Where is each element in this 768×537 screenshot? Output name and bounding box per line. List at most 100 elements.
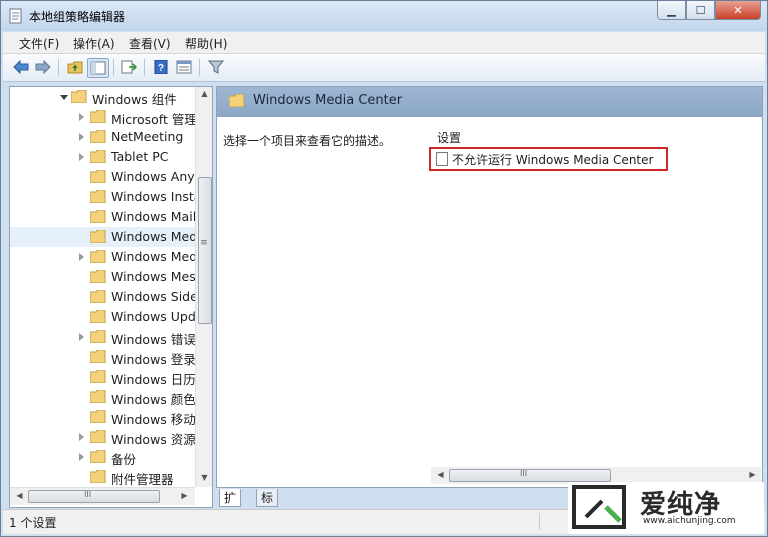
watermark-logo: 爱纯净 www.aichunjing.com [568,482,764,534]
maximize-button[interactable]: ☐ [686,1,715,20]
toolbar: ? [3,54,765,82]
tree-item[interactable]: Windows Mes [10,267,196,287]
expand-arrow-icon[interactable] [79,113,84,121]
folder-icon [89,389,106,404]
scroll-right-arrow-icon[interactable]: ▶ [176,491,193,500]
tree-item[interactable]: Windows 日历 [10,367,196,387]
tree-item[interactable]: 备份 [10,447,195,467]
folder-icon [229,94,245,107]
collapse-arrow-icon[interactable] [60,95,68,100]
up-folder-icon[interactable] [65,58,85,76]
expand-arrow-icon[interactable] [79,333,84,341]
close-button[interactable]: ✕ [715,1,761,20]
folder-icon [89,349,106,364]
folder-icon [89,409,106,424]
setting-row[interactable]: 不允许运行 Windows Media Center [429,147,668,171]
tree-item-label: Windows 资源 [111,432,196,447]
tab-standard[interactable]: 标准 [256,489,279,522]
show-tree-icon[interactable] [87,58,109,78]
tree-item[interactable]: Windows 错误 [10,327,196,347]
tree-item-label: Tablet PC [111,149,169,164]
help-icon[interactable]: ? [151,58,171,76]
menu-action[interactable]: 操作(A) [73,35,115,52]
export-icon[interactable] [119,58,139,76]
folder-icon [89,309,106,324]
main-window: 本地组策略编辑器 ▁ ☐ ✕ 文件(F) 操作(A) 查看(V) 帮助(H) ?… [0,0,768,537]
tree-item[interactable]: Tablet PC [10,147,195,167]
folder-icon [89,289,106,304]
scroll-grip-icon: III [520,469,528,478]
back-arrow-icon[interactable] [11,58,31,76]
tree-item[interactable]: Windows Mail [10,207,196,227]
filter-icon[interactable] [206,58,226,76]
tab-extended[interactable]: 扩展 [219,489,242,522]
folder-icon [89,129,106,144]
expand-arrow-icon[interactable] [79,453,84,461]
scroll-up-arrow-icon[interactable]: ▲ [196,89,212,98]
window-title: 本地组策略编辑器 [29,10,126,24]
watermark-url: www.aichunjing.com [643,516,736,526]
tree-item-label: Windows 登录 [111,352,196,367]
expand-arrow-icon[interactable] [79,153,84,161]
expand-arrow-icon[interactable] [79,253,84,261]
tree-item-label: Windows 组件 [92,92,177,107]
tree-item[interactable]: NetMeeting [10,127,195,147]
tree-item-label: Windows Upd [111,309,196,324]
folder-icon [70,89,87,104]
folder-icon [89,189,106,204]
tree-item-label: Windows Med [111,249,198,264]
tree-item[interactable]: Windows Side [10,287,198,307]
tree-item-label: Windows Insta [111,189,202,204]
properties-icon[interactable] [174,58,194,76]
scroll-left-arrow-icon[interactable]: ◀ [432,470,449,479]
content-hscroll-thumb[interactable]: III [449,469,611,482]
menu-file[interactable]: 文件(F) [19,35,59,52]
brand-logo-icon [572,485,626,529]
folder-icon [89,369,106,384]
column-header-setting[interactable]: 设置 [437,129,461,146]
svg-text:?: ? [158,63,164,74]
tree-item[interactable]: Windows Insta [10,187,201,207]
scroll-down-arrow-icon[interactable]: ▼ [196,473,212,482]
minimize-button[interactable]: ▁ [657,1,686,20]
menu-view[interactable]: 查看(V) [129,35,171,52]
menu-bar: 文件(F) 操作(A) 查看(V) 帮助(H) [3,32,765,54]
tree-item[interactable]: Windows Med [10,227,198,247]
folder-icon [89,469,106,484]
tree-horizontal-scrollbar[interactable]: ◀ III ▶ [10,487,195,505]
tree-item-label: 备份 [111,452,137,467]
tree-item[interactable]: Windows 移动 [10,407,196,427]
tree-item[interactable]: Windows 登录 [10,347,196,367]
scroll-right-arrow-icon[interactable]: ▶ [744,470,761,479]
tree-item-label: Windows 日历 [111,372,196,387]
forward-arrow-icon[interactable] [33,58,53,76]
tree-pane: Windows 组件 Microsoft 管理 NetMeeting Tablet P… [9,86,213,508]
tree-item[interactable]: Windows 资源 [10,427,196,447]
description-text: 选择一个项目来查看它的描述。 [223,134,392,148]
tree-item[interactable]: Windows Upd [10,307,196,327]
content-header-title: Windows Media Center [253,93,403,108]
folder-icon [89,209,106,224]
tree-item[interactable]: Windows Anyt [10,167,200,187]
folder-icon [89,269,106,284]
content-pane: Windows Media Center 选择一个项目来查看它的描述。 设置 不… [216,86,763,488]
tree-item-label: Windows Anyt [111,169,200,184]
tree-item-label: Windows Side [111,289,198,304]
expand-arrow-icon[interactable] [79,133,84,141]
tree-item[interactable]: Windows Med [10,247,198,267]
tree-vertical-scrollbar[interactable]: ▲ ≡ ▼ [195,87,212,487]
folder-icon [89,109,106,124]
folder-icon [89,429,106,444]
expand-arrow-icon[interactable] [79,433,84,441]
tree-item[interactable]: Microsoft 管理 [10,107,197,127]
tree-item-root[interactable]: Windows 组件 [10,87,195,107]
menu-help[interactable]: 帮助(H) [185,35,227,52]
tree-scroll-thumb[interactable]: ≡ [198,177,212,324]
tree-hscroll-thumb[interactable]: III [28,490,160,503]
tree-item[interactable]: Windows 颜色 [10,387,196,407]
scroll-left-arrow-icon[interactable]: ◀ [11,491,28,500]
tree-item[interactable]: 附件管理器 [10,467,195,487]
policy-setting-icon [436,152,448,166]
content-header: Windows Media Center [217,87,762,117]
tree-item-label: Windows Med [111,229,198,244]
